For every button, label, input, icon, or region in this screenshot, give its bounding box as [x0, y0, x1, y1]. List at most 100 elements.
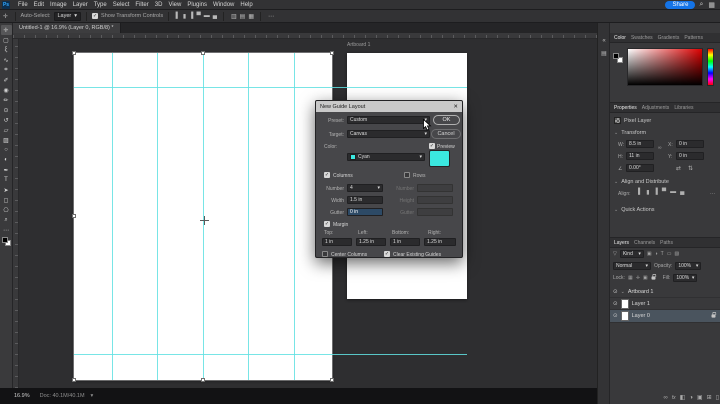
chevron-down-icon[interactable]: ⌄ — [614, 207, 618, 213]
zoom-tool[interactable]: ⌕ — [1, 215, 12, 225]
eyedropper-tool[interactable]: ✐ — [1, 75, 12, 85]
gradient-tool[interactable]: ▨ — [1, 135, 12, 145]
guide-color-swatch[interactable] — [429, 150, 450, 167]
collapse-panels-icon[interactable]: « — [598, 35, 610, 47]
workspace-icon[interactable]: ▦ — [708, 1, 715, 9]
ok-button[interactable]: OK — [433, 115, 460, 125]
tab-adjustments[interactable]: Adjustments — [642, 105, 670, 111]
menu-filter[interactable]: Filter — [135, 2, 148, 8]
guide-color-dropdown[interactable]: Cyan ▾ — [347, 153, 425, 161]
chevron-down-icon[interactable]: ⌄ — [614, 130, 618, 136]
align-right-icon[interactable]: ▐ — [654, 189, 658, 196]
path-selection-tool[interactable]: ➤ — [1, 185, 12, 195]
rows-checkbox[interactable] — [404, 172, 410, 178]
preset-dropdown[interactable]: Custom ▾ — [347, 116, 430, 124]
canvas-area[interactable]: Artboard 1 — [19, 39, 597, 388]
distribute-horizontal-icon[interactable]: ▥ — [231, 13, 237, 20]
menu-image[interactable]: Image — [50, 2, 67, 8]
delete-layer-icon[interactable]: ▯ — [716, 394, 719, 401]
transform-handle-middle-left[interactable] — [72, 214, 76, 218]
artboard-label[interactable]: Artboard 1 — [347, 42, 370, 48]
crop-tool[interactable]: ⌗ — [1, 65, 12, 75]
fill-field[interactable]: 100% ▾ — [673, 274, 697, 282]
margin-checkbox[interactable]: ✓ — [324, 221, 330, 227]
auto-select-dropdown[interactable]: Layer ▾ — [54, 12, 82, 21]
guide-vertical-4[interactable] — [248, 53, 249, 380]
brush-tool[interactable]: ✏ — [1, 95, 12, 105]
transform-handle-top-center[interactable] — [201, 51, 205, 55]
transform-handle-bottom-right[interactable] — [330, 378, 334, 382]
layer-effects-icon[interactable]: fx — [672, 395, 676, 401]
document-size[interactable]: Doc: 40.1M/40.1M — [40, 393, 85, 399]
guide-horizontal-top[interactable] — [74, 87, 467, 88]
show-transform-checkbox[interactable]: ✓ — [92, 13, 98, 19]
clear-existing-checkbox[interactable]: ✓ — [384, 251, 390, 257]
layer-row-layer0[interactable]: ⊙ Layer 0 — [610, 310, 720, 323]
layer-mask-icon[interactable]: ◧ — [680, 394, 686, 401]
align-section-header[interactable]: Align and Distribute — [621, 179, 669, 185]
blur-tool[interactable]: ○ — [1, 145, 12, 155]
lock-transparency-icon[interactable]: ▦ — [628, 275, 633, 281]
link-dimensions-icon[interactable]: ∞ — [658, 145, 662, 151]
distribute-spacing-icon[interactable]: ▦ — [248, 13, 254, 20]
align-middle-icon[interactable]: ▬ — [204, 13, 210, 19]
guide-vertical-1[interactable] — [112, 53, 113, 380]
link-layers-icon[interactable]: ∞ — [664, 395, 668, 401]
group-layers-icon[interactable]: ▣ — [697, 394, 703, 401]
transform-handle-top-left[interactable] — [72, 51, 76, 55]
search-icon[interactable]: ⌕ — [699, 1, 703, 9]
transform-handle-bottom-left[interactable] — [72, 378, 76, 382]
center-columns-checkbox[interactable] — [322, 251, 328, 257]
hue-slider[interactable] — [707, 48, 714, 86]
layer-filter-dropdown[interactable]: Kind ▾ — [620, 250, 644, 258]
x-field[interactable]: 0 in — [676, 140, 704, 148]
more-align-icon[interactable]: ··· — [710, 191, 715, 197]
blend-mode-dropdown[interactable]: Normal ▾ — [613, 262, 651, 270]
dialog-title-bar[interactable]: New Guide Layout ✕ — [316, 101, 462, 112]
menu-3d[interactable]: 3D — [155, 2, 163, 8]
marquee-tool[interactable]: ▢ — [1, 35, 12, 45]
hand-tool[interactable]: ⎔ — [1, 205, 12, 215]
type-tool[interactable]: T — [1, 175, 12, 185]
healing-brush-tool[interactable]: ◉ — [1, 85, 12, 95]
menu-layer[interactable]: Layer — [73, 2, 88, 8]
columns-number-field[interactable]: 4 ▾ — [347, 184, 383, 192]
columns-gutter-field[interactable]: 0 in — [347, 208, 383, 216]
tab-patterns[interactable]: Patterns — [684, 35, 703, 41]
cancel-button[interactable]: Cancel — [431, 129, 461, 139]
menu-type[interactable]: Type — [94, 2, 107, 8]
guide-vertical-2[interactable] — [157, 53, 158, 380]
align-right-icon[interactable]: ▐ — [189, 13, 193, 19]
tab-gradients[interactable]: Gradients — [658, 35, 680, 41]
filter-smart-icon[interactable]: ▨ — [674, 251, 679, 257]
new-layer-icon[interactable]: ⊞ — [707, 394, 712, 401]
tab-properties[interactable]: Properties — [614, 105, 637, 111]
flip-vertical-icon[interactable]: ⇅ — [688, 165, 693, 172]
more-options-icon[interactable]: ⋯ — [268, 13, 274, 20]
lock-artboard-icon[interactable]: ▣ — [643, 275, 648, 281]
clone-stamp-tool[interactable]: ⊙ — [1, 105, 12, 115]
zoom-level[interactable]: 16.9% — [14, 393, 30, 399]
flip-horizontal-icon[interactable]: ⇄ — [676, 165, 681, 172]
toolbar-more[interactable]: ⋯ — [1, 225, 12, 235]
menu-window[interactable]: Window — [213, 2, 234, 8]
tab-channels[interactable]: Channels — [634, 240, 655, 246]
document-tab[interactable]: Untitled-1 @ 16.9% (Layer 0, RGB/8) * — [13, 23, 121, 33]
filter-shape-icon[interactable]: ▭ — [667, 251, 672, 257]
margin-bottom-field[interactable]: 1 in — [390, 238, 420, 246]
guide-vertical-5[interactable] — [294, 53, 295, 380]
width-field[interactable]: 8.5 in — [626, 140, 654, 148]
columns-width-field[interactable]: 1.5 in — [347, 196, 383, 204]
align-bottom-icon[interactable]: ▄ — [213, 13, 217, 19]
menu-select[interactable]: Select — [113, 2, 130, 8]
filter-type-icon[interactable]: T — [661, 251, 664, 257]
history-panel-icon[interactable]: ▤ — [598, 47, 610, 59]
menu-file[interactable]: File — [18, 2, 28, 8]
align-middle-icon[interactable]: ▬ — [670, 189, 676, 196]
distribute-vertical-icon[interactable]: ▤ — [240, 13, 246, 20]
margin-left-field[interactable]: 1.25 in — [356, 238, 386, 246]
dodge-tool[interactable]: ◐ — [1, 155, 12, 165]
transform-handle-bottom-center[interactable] — [201, 378, 205, 382]
align-center-icon[interactable]: ▮ — [183, 13, 186, 20]
chevron-down-icon[interactable]: ⌄ — [621, 289, 625, 295]
